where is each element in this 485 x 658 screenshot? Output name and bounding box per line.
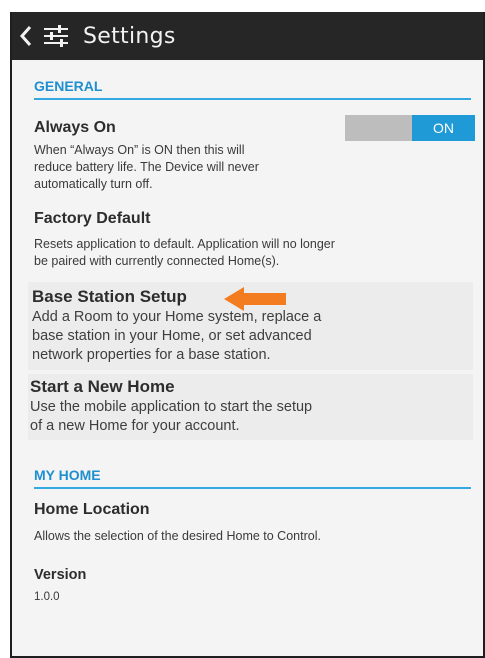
toggle-on-label: ON	[412, 115, 475, 141]
desc-line: of a new Home for your account.	[30, 418, 240, 434]
desc-line: base station in your Home, or set advanc…	[32, 328, 312, 344]
orange-arrow-icon	[224, 287, 286, 311]
desc-line: When “Always On” is ON then this will	[34, 143, 245, 157]
version-value: 1.0.0	[34, 591, 60, 603]
desc-line: Use the mobile application to start the …	[30, 399, 313, 415]
chevron-left-icon	[19, 26, 32, 46]
setting-version: Version 1.0.0	[34, 567, 474, 606]
top-bar: Settings	[12, 12, 483, 60]
setting-start-new-home[interactable]: Start a New Home Use the mobile applicat…	[30, 377, 470, 436]
desc-line: network properties for a base station.	[32, 347, 271, 363]
section-header-my-home: MY HOME	[34, 467, 471, 489]
setting-description: Use the mobile application to start the …	[30, 398, 470, 436]
setting-home-location[interactable]: Home Location Allows the selection of th…	[34, 501, 474, 545]
setting-always-on[interactable]: Always On When “Always On” is ON then th…	[34, 119, 334, 193]
setting-title: Factory Default	[34, 210, 151, 227]
section-header-general: GENERAL	[34, 78, 471, 100]
desc-line: be paired with currently connected Home(…	[34, 254, 280, 268]
desc-line: automatically turn off.	[34, 177, 153, 191]
app-frame: Settings GENERAL Always On When “Always …	[10, 12, 485, 658]
setting-description: Allows the selection of the desired Home…	[34, 529, 321, 543]
setting-description: Add a Room to your Home system, replace …	[32, 308, 472, 365]
setting-title: Version	[34, 567, 87, 583]
setting-title: Start a New Home	[30, 377, 175, 396]
sliders-button[interactable]	[41, 12, 71, 60]
desc-line: Resets application to default. Applicati…	[34, 237, 335, 251]
always-on-toggle[interactable]: ON	[345, 115, 475, 141]
back-button[interactable]	[15, 12, 37, 60]
setting-title: Always On	[34, 119, 116, 136]
desc-line: reduce battery life. The Device will nev…	[34, 160, 259, 174]
setting-title: Home Location	[34, 501, 150, 518]
setting-description: Resets application to default. Applicati…	[34, 236, 474, 270]
setting-factory-default[interactable]: Factory Default Resets application to de…	[34, 210, 474, 270]
page-title: Settings	[83, 23, 176, 49]
setting-description: When “Always On” is ON then this will re…	[34, 142, 334, 193]
sliders-icon	[44, 25, 68, 47]
